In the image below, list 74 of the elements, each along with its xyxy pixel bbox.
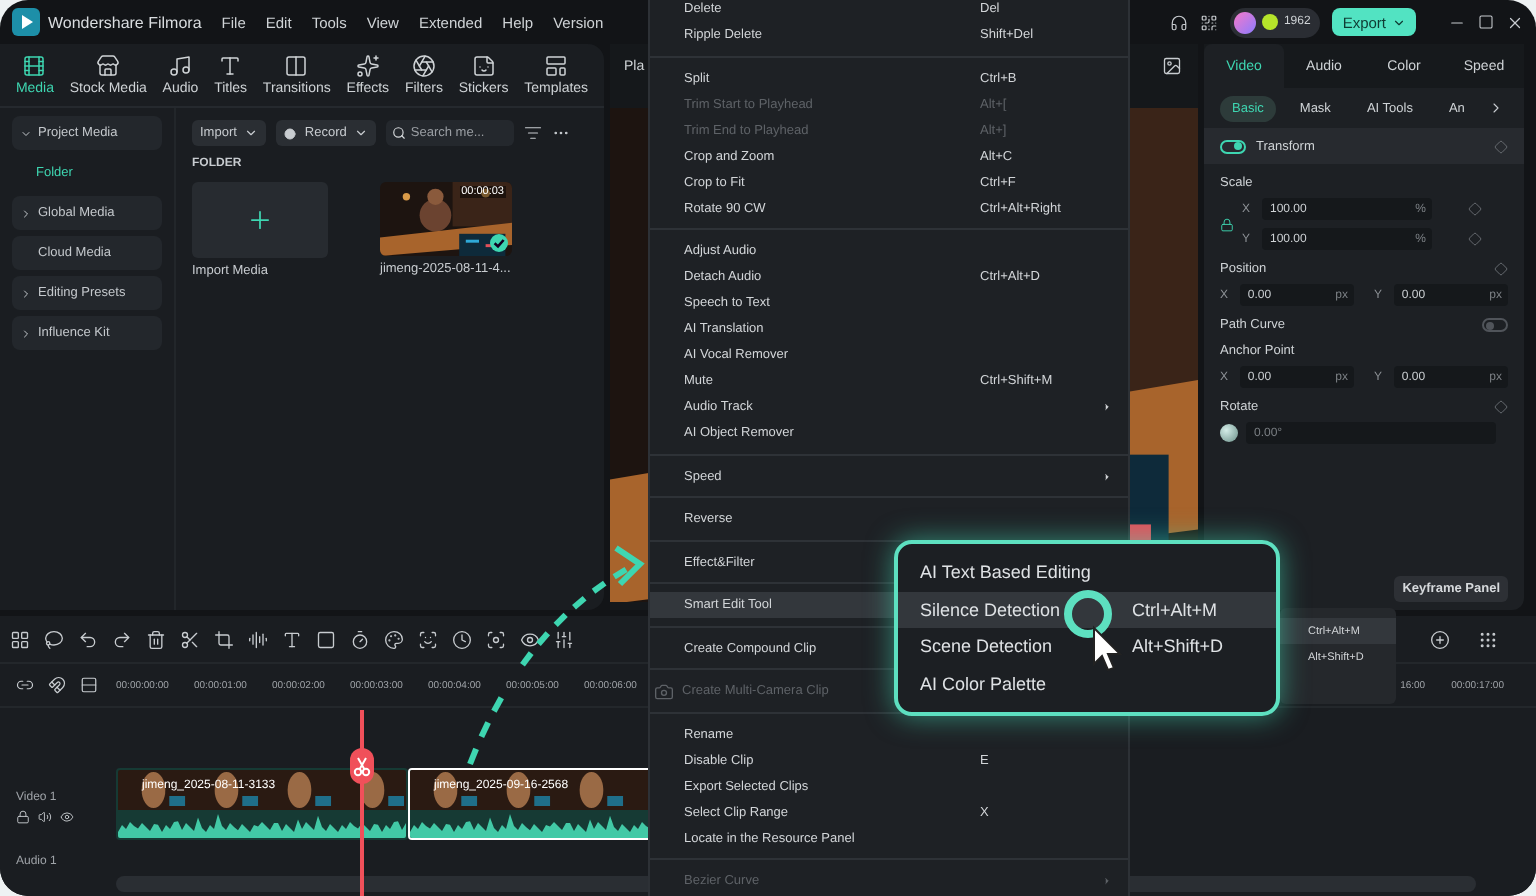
store-icon: [96, 54, 121, 78]
caret-icon: [354, 126, 369, 140]
scissors-icon[interactable]: [180, 629, 200, 649]
sparkle-icon: [355, 54, 380, 78]
magnet-icon: [48, 676, 66, 694]
path-curve-toggle[interactable]: [1482, 318, 1508, 332]
keyframe-icon[interactable]: [1468, 202, 1482, 216]
zoom-in-icon[interactable]: [1430, 629, 1450, 649]
submenu-arrow-icon: [1102, 471, 1112, 481]
palette-icon[interactable]: [384, 629, 404, 649]
plus-icon: [246, 206, 274, 234]
audio-icon[interactable]: [248, 629, 268, 649]
link-icon: [16, 676, 34, 694]
music-icon: [168, 54, 193, 78]
image-icon[interactable]: [1162, 56, 1182, 76]
submenu-arrow-icon: [1102, 876, 1112, 886]
aperture-icon: [411, 54, 436, 78]
lock-icon: [16, 810, 30, 824]
keyframe-icon[interactable]: [1468, 232, 1482, 246]
rotate-dial[interactable]: [1220, 424, 1238, 442]
lasso-icon[interactable]: [44, 629, 64, 649]
caret-icon: [20, 327, 32, 339]
maximize-icon[interactable]: [1478, 14, 1494, 30]
grid-icon[interactable]: [10, 629, 30, 649]
submenu-item[interactable]: Silence Detection Ctrl+Alt+M: [898, 591, 1276, 628]
text-icon: [218, 54, 243, 78]
undo-icon[interactable]: [78, 629, 98, 649]
layout-icon: [544, 54, 569, 78]
caret-icon: [20, 127, 32, 139]
film-icon: [22, 54, 47, 78]
clock-icon[interactable]: [452, 629, 472, 649]
delete-icon[interactable]: [146, 629, 166, 649]
close-icon[interactable]: [1506, 13, 1524, 31]
timer-icon[interactable]: [350, 629, 370, 649]
filter-icon[interactable]: [524, 124, 543, 142]
record-icon: [284, 127, 297, 139]
coin-icon: [1261, 14, 1278, 30]
caret-icon: [1392, 15, 1406, 29]
caret-icon: [20, 207, 32, 219]
eye-icon: [60, 810, 74, 824]
keyframe-icon[interactable]: [1494, 262, 1508, 276]
caret-icon: [244, 126, 259, 140]
import-media-tile[interactable]: [192, 182, 328, 258]
submenu-item[interactable]: AI Color Palette: [898, 665, 1276, 702]
text-icon[interactable]: [282, 629, 302, 649]
cursor-icon: [1092, 626, 1124, 674]
camera-icon: [654, 681, 674, 701]
submenu-item[interactable]: AI Text Based Editing: [898, 554, 1276, 591]
submenu-arrow-icon: [1102, 402, 1112, 412]
crop-icon[interactable]: [214, 629, 234, 649]
focus-icon[interactable]: [486, 629, 506, 649]
redo-icon[interactable]: [112, 629, 132, 649]
keyframe-icon[interactable]: [1494, 400, 1508, 414]
search-icon: [392, 126, 407, 140]
grip-icon[interactable]: [1478, 629, 1498, 649]
transition-icon: [284, 54, 309, 78]
avatar: [1233, 11, 1256, 33]
caret-icon: [20, 287, 32, 299]
submenu-item[interactable]: Scene Detection Alt+Shift+D: [898, 628, 1276, 665]
app-logo-icon: [12, 8, 40, 36]
sticker-icon: [471, 54, 496, 78]
app-title: Wondershare Filmora: [48, 13, 202, 31]
scissors-icon[interactable]: [350, 748, 374, 784]
transform-toggle[interactable]: [1220, 139, 1246, 153]
lock-icon[interactable]: [1220, 217, 1234, 231]
eye-icon[interactable]: [520, 629, 540, 649]
headset-icon[interactable]: [1169, 13, 1188, 31]
rows-icon: [80, 676, 98, 694]
sliders-icon[interactable]: [554, 629, 574, 649]
speaker-icon: [38, 810, 52, 824]
face-scan-icon[interactable]: [418, 629, 438, 649]
click-ring-icon: [1062, 588, 1114, 640]
square-icon[interactable]: [316, 629, 336, 649]
qr-code-icon[interactable]: [1199, 13, 1218, 31]
